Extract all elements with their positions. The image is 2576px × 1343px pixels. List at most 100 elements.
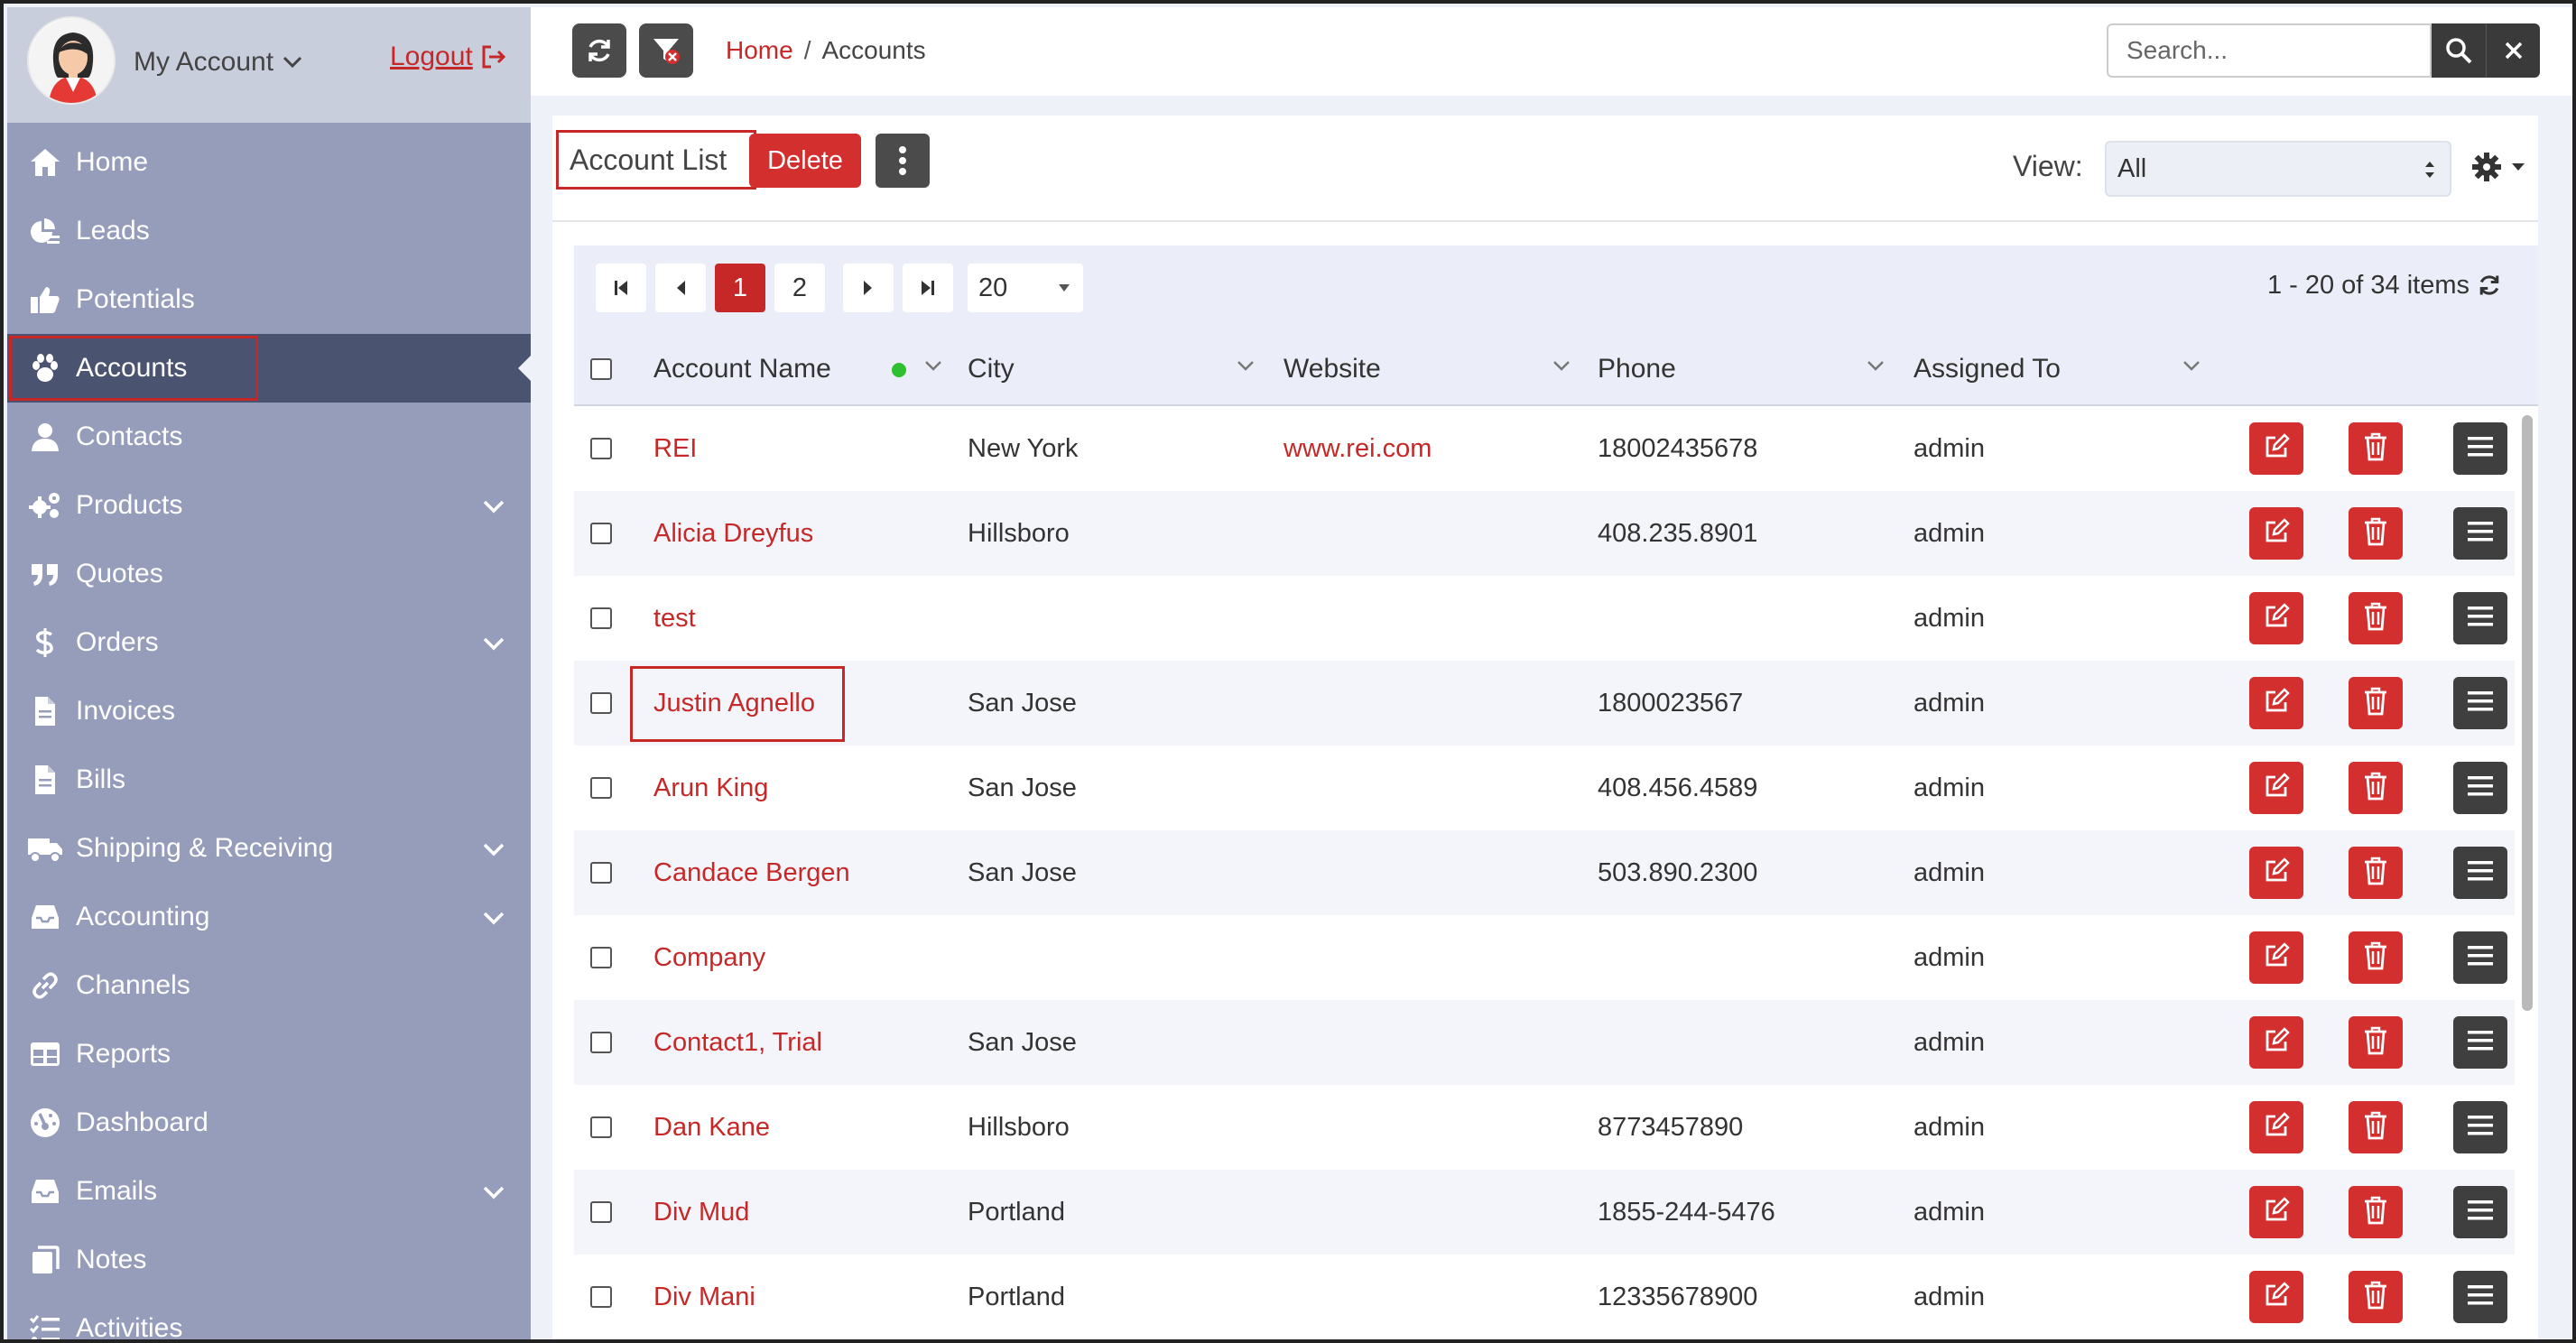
- account-name-link[interactable]: Company: [653, 915, 765, 1000]
- page-2-button[interactable]: 2: [774, 264, 825, 312]
- table-row[interactable]: Dan Kane Hillsboro 8773457890 admin: [574, 1085, 2515, 1170]
- table-row[interactable]: Contact1, Trial San Jose admin: [574, 1000, 2515, 1085]
- row-checkbox[interactable]: [590, 1286, 612, 1308]
- row-checkbox[interactable]: [590, 947, 612, 968]
- sidebar-item-quotes[interactable]: Quotes: [7, 540, 531, 608]
- settings-dropdown[interactable]: [2471, 152, 2525, 182]
- clear-search-button[interactable]: [2486, 23, 2540, 78]
- column-header-phone[interactable]: Phone: [1598, 332, 1904, 406]
- sidebar-item-home[interactable]: Home: [7, 128, 531, 197]
- edit-button[interactable]: [2249, 931, 2303, 984]
- chevron-down-icon[interactable]: [480, 904, 507, 931]
- row-menu-button[interactable]: [2453, 677, 2507, 729]
- table-row[interactable]: Alicia Dreyfus Hillsboro 408.235.8901 admin: [574, 491, 2515, 576]
- row-checkbox[interactable]: [590, 523, 612, 544]
- row-checkbox[interactable]: [590, 438, 612, 459]
- sidebar-item-dashboard[interactable]: Dashboard: [7, 1088, 531, 1157]
- grid-refresh-icon[interactable]: [2477, 273, 2502, 298]
- delete-row-button[interactable]: [2349, 1186, 2403, 1238]
- row-checkbox[interactable]: [590, 1201, 612, 1223]
- delete-row-button[interactable]: [2349, 1101, 2403, 1153]
- edit-button[interactable]: [2249, 1101, 2303, 1153]
- sidebar-item-contacts[interactable]: Contacts: [7, 403, 531, 471]
- delete-row-button[interactable]: [2349, 507, 2403, 560]
- edit-button[interactable]: [2249, 677, 2303, 729]
- row-menu-button[interactable]: [2453, 1186, 2507, 1238]
- edit-button[interactable]: [2249, 422, 2303, 475]
- logout-link[interactable]: Logout: [390, 42, 507, 72]
- table-row[interactable]: REI New York www.rei.com 18002435678 admin: [574, 406, 2515, 491]
- chevron-down-icon[interactable]: [480, 1179, 507, 1206]
- chevron-down-icon[interactable]: [1867, 359, 1885, 372]
- my-account-menu[interactable]: My Account: [134, 47, 302, 78]
- column-header-assigned-to[interactable]: Assigned To: [1913, 332, 2220, 406]
- clear-filter-button[interactable]: [639, 23, 693, 78]
- sidebar-item-reports[interactable]: Reports: [7, 1020, 531, 1088]
- table-row[interactable]: Div Mud Portland 1855-244-5476 admin: [574, 1170, 2515, 1255]
- edit-button[interactable]: [2249, 1016, 2303, 1069]
- more-actions-button[interactable]: [876, 134, 930, 188]
- column-header-city[interactable]: City: [968, 332, 1274, 406]
- edit-button[interactable]: [2249, 592, 2303, 644]
- delete-row-button[interactable]: [2349, 422, 2403, 475]
- account-name-link[interactable]: REI: [653, 406, 697, 491]
- table-row[interactable]: Company admin: [574, 915, 2515, 1000]
- chevron-down-icon[interactable]: [480, 836, 507, 863]
- first-page-button[interactable]: [596, 264, 646, 312]
- page-1-button[interactable]: 1: [715, 264, 765, 312]
- edit-button[interactable]: [2249, 1186, 2303, 1238]
- avatar[interactable]: [27, 16, 116, 105]
- edit-button[interactable]: [2249, 507, 2303, 560]
- breadcrumb-home[interactable]: Home: [726, 36, 793, 65]
- page-size-select[interactable]: 20: [968, 264, 1083, 312]
- sidebar-item-shipping-and-receiving[interactable]: Shipping & Receiving: [7, 814, 531, 883]
- account-name-link[interactable]: Div Mud: [653, 1170, 749, 1255]
- account-name-link[interactable]: test: [653, 576, 696, 661]
- table-row[interactable]: test admin: [574, 576, 2515, 661]
- edit-button[interactable]: [2249, 847, 2303, 899]
- chevron-down-icon[interactable]: [480, 630, 507, 657]
- delete-button[interactable]: Delete: [749, 134, 861, 188]
- sidebar-item-leads[interactable]: Leads: [7, 197, 531, 265]
- row-menu-button[interactable]: [2453, 1016, 2507, 1069]
- previous-page-button[interactable]: [655, 264, 706, 312]
- table-row[interactable]: Div Mani Portland 12335678900 admin: [574, 1255, 2515, 1339]
- delete-row-button[interactable]: [2349, 762, 2403, 814]
- table-row[interactable]: Arun King San Jose 408.456.4589 admin: [574, 746, 2515, 830]
- select-all-checkbox[interactable]: [590, 358, 612, 380]
- vertical-scrollbar[interactable]: [2516, 406, 2538, 1339]
- chevron-down-icon[interactable]: [924, 359, 942, 372]
- table-row[interactable]: Candace Bergen San Jose 503.890.2300 admin: [574, 830, 2515, 915]
- sidebar-item-notes[interactable]: Notes: [7, 1226, 531, 1294]
- delete-row-button[interactable]: [2349, 677, 2403, 729]
- row-menu-button[interactable]: [2453, 931, 2507, 984]
- account-name-link[interactable]: Alicia Dreyfus: [653, 491, 813, 576]
- delete-row-button[interactable]: [2349, 1016, 2403, 1069]
- row-checkbox[interactable]: [590, 862, 612, 884]
- row-menu-button[interactable]: [2453, 422, 2507, 475]
- sidebar-item-accounting[interactable]: Accounting: [7, 883, 531, 951]
- sidebar-item-emails[interactable]: Emails: [7, 1157, 531, 1226]
- chevron-down-icon[interactable]: [480, 493, 507, 520]
- sidebar-item-potentials[interactable]: Potentials: [7, 265, 531, 334]
- edit-button[interactable]: [2249, 762, 2303, 814]
- account-name-link[interactable]: Arun King: [653, 746, 768, 830]
- table-row[interactable]: Justin Agnello San Jose 1800023567 admin: [574, 661, 2515, 746]
- next-page-button[interactable]: [843, 264, 894, 312]
- delete-row-button[interactable]: [2349, 931, 2403, 984]
- account-name-link[interactable]: Candace Bergen: [653, 830, 850, 915]
- delete-row-button[interactable]: [2349, 1271, 2403, 1323]
- row-menu-button[interactable]: [2453, 1101, 2507, 1153]
- sidebar-item-activities[interactable]: Activities: [7, 1294, 531, 1339]
- sidebar-item-products[interactable]: Products: [7, 471, 531, 540]
- scrollbar-thumb[interactable]: [2522, 415, 2533, 1011]
- sidebar-item-orders[interactable]: Orders: [7, 608, 531, 677]
- row-menu-button[interactable]: [2453, 592, 2507, 644]
- sidebar-item-accounts[interactable]: Accounts: [7, 334, 531, 403]
- sidebar-item-channels[interactable]: Channels: [7, 951, 531, 1020]
- website-link[interactable]: www.rei.com: [1283, 406, 1432, 491]
- view-select[interactable]: All: [2105, 141, 2451, 197]
- account-name-link[interactable]: Div Mani: [653, 1255, 755, 1339]
- row-checkbox[interactable]: [590, 1116, 612, 1138]
- refresh-button[interactable]: [572, 23, 626, 78]
